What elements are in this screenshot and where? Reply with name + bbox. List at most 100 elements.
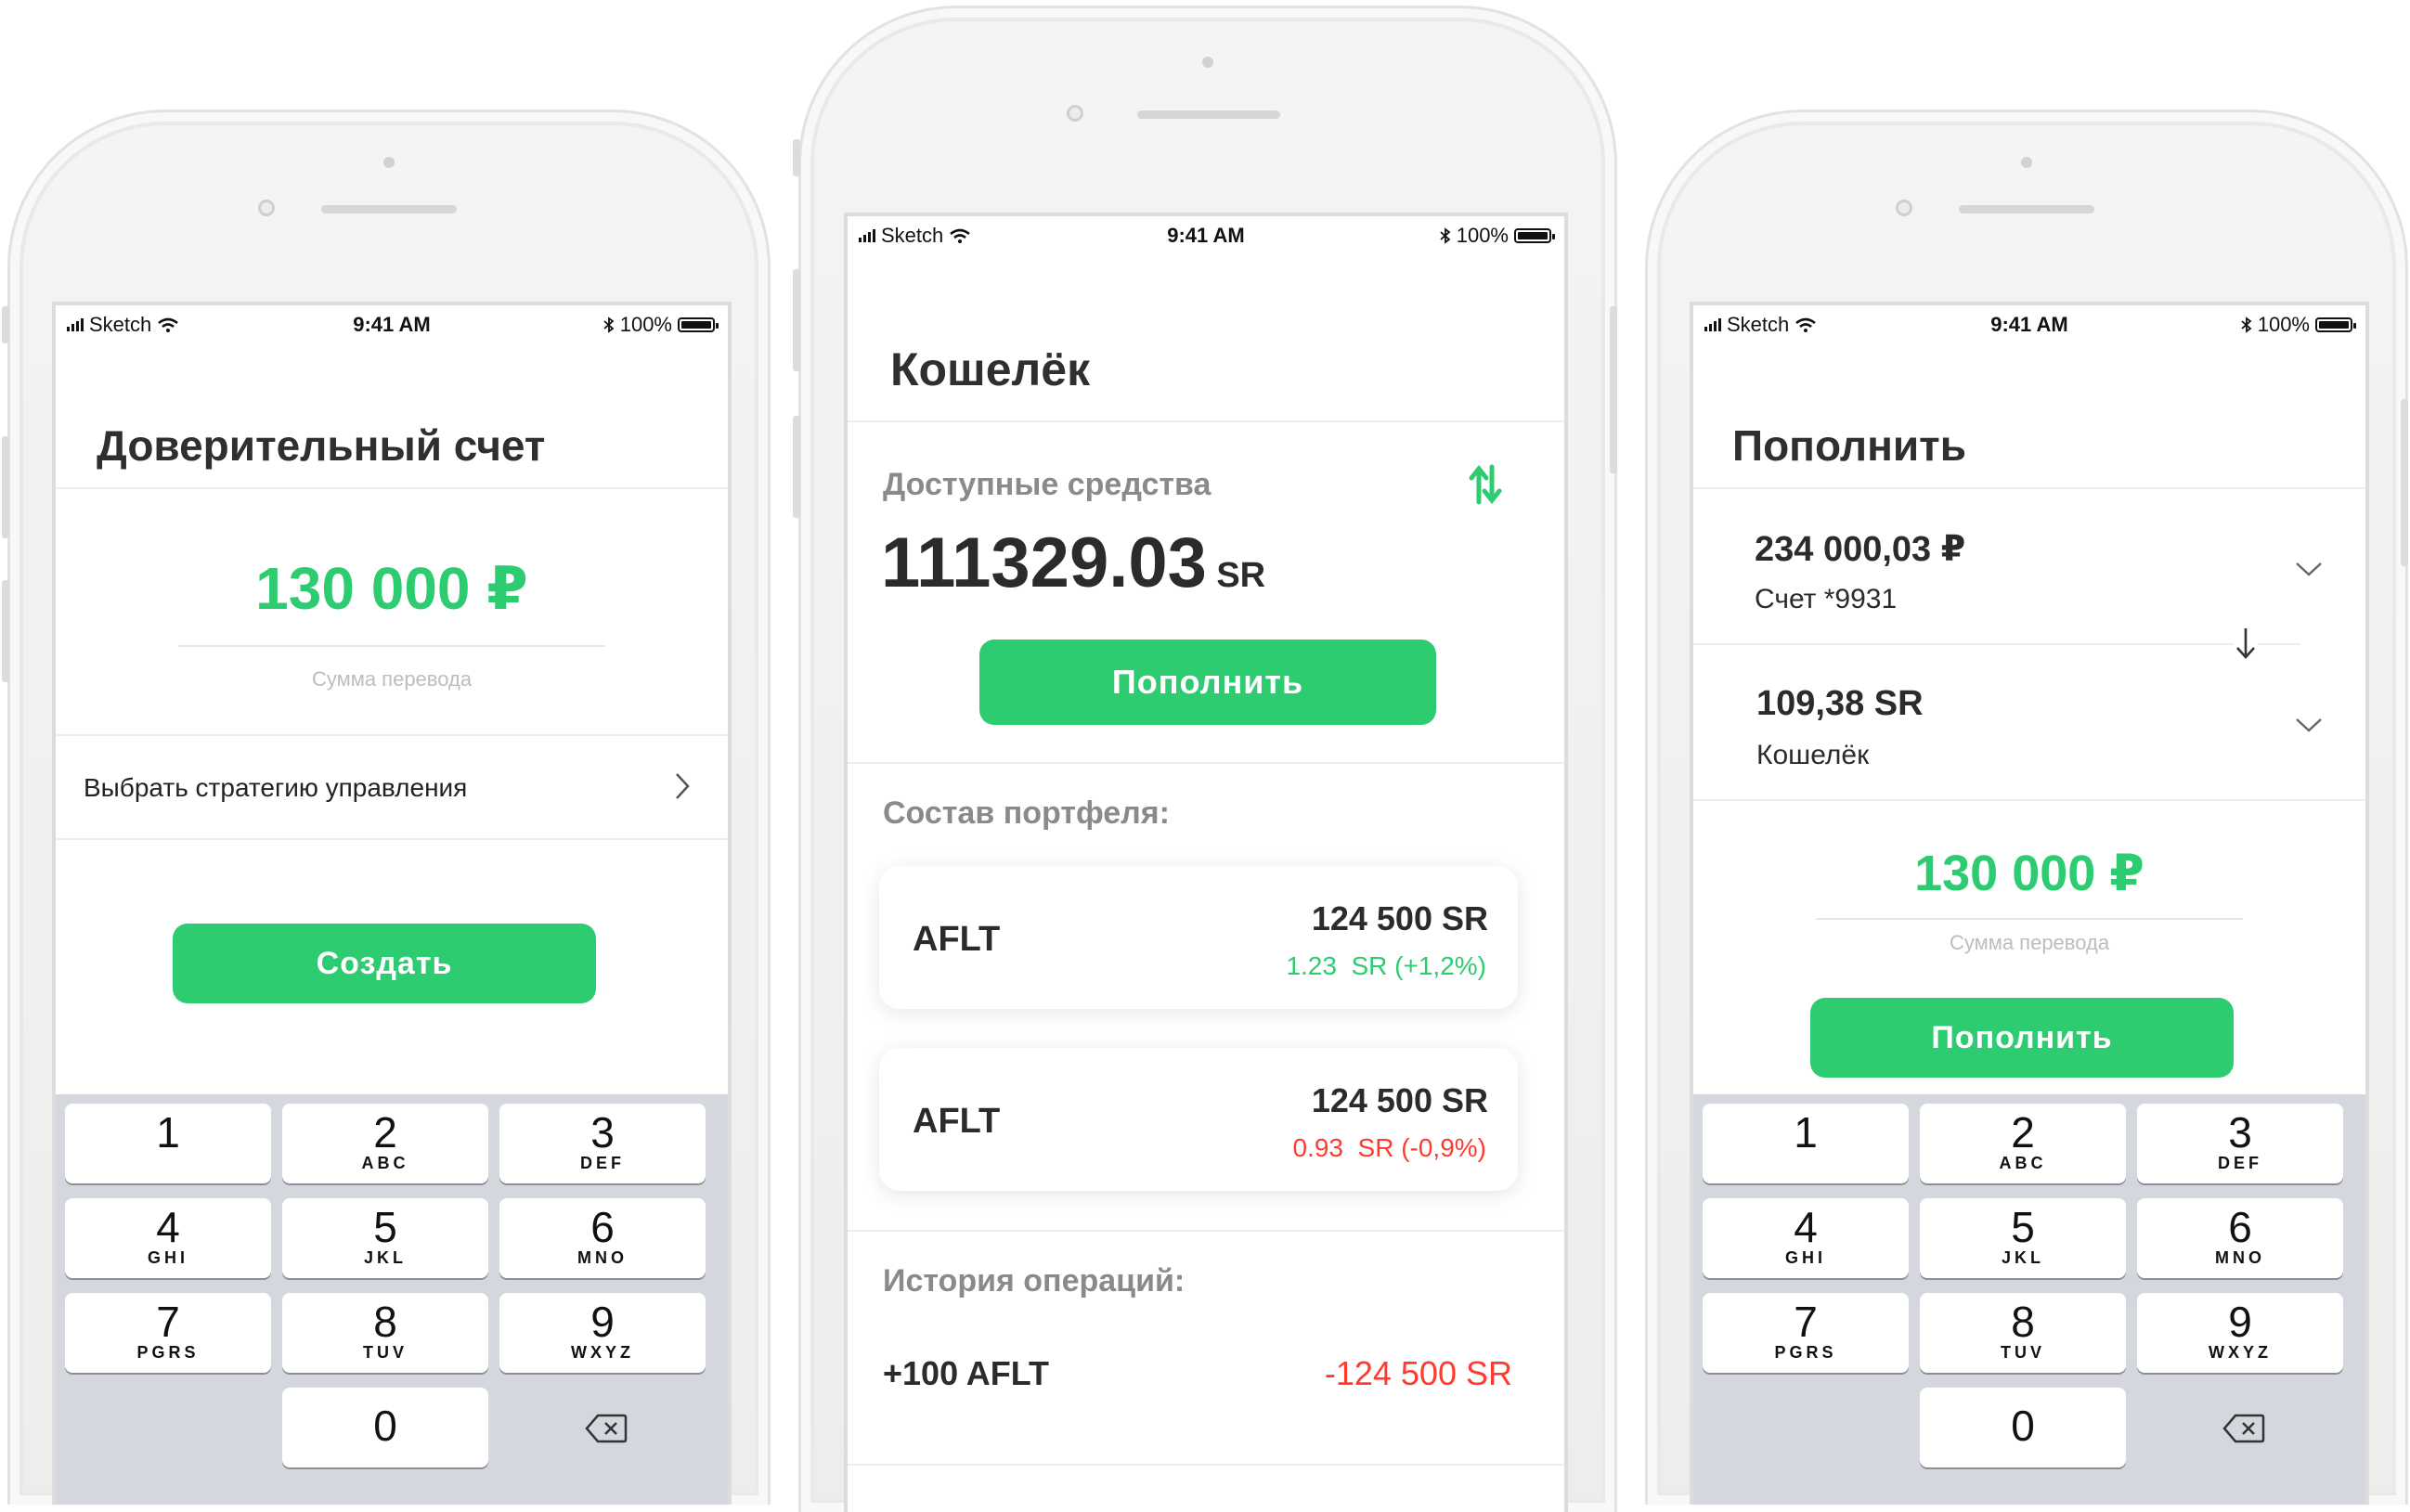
portfolio-card[interactable]: AFLT 124 500 SR 0.93 SR (-0,9%) (879, 1048, 1518, 1191)
divider (848, 1464, 1564, 1466)
amount-underline (178, 645, 605, 647)
ticker: AFLT (913, 1102, 1001, 1141)
battery-percent: 100% (619, 313, 672, 336)
key-1[interactable]: 1 (1703, 1104, 1909, 1183)
proximity-sensor (2021, 157, 2032, 168)
screen-wallet: Sketch 9:41 AM 100% Кошелёк Доступные ср… (844, 213, 1568, 1512)
portfolio-card[interactable]: AFLT 124 500 SR 1.23 SR (+1,2%) (879, 866, 1518, 1009)
screen-topup: Sketch 9:41 AM 100% Пополнить 234 000,03… (1690, 302, 2369, 1505)
ticker: AFLT (913, 920, 1001, 959)
chevron-down-icon (2296, 718, 2322, 732)
price-change: 1.23 SR (+1,2%) (1286, 951, 1486, 980)
from-amount: 234 000,03 ₽ (1755, 530, 1966, 569)
balance-value: 111329.03 (881, 523, 1207, 602)
battery-icon (1514, 228, 1555, 243)
divider (848, 762, 1564, 764)
front-camera (258, 200, 275, 216)
battery-icon (2315, 317, 2356, 332)
amount-caption: Сумма перевода (311, 667, 473, 691)
create-button[interactable]: Создать (173, 924, 596, 1003)
bluetooth-icon (1440, 227, 1451, 244)
chevron-down-icon (2296, 562, 2322, 576)
front-camera (1067, 105, 1083, 122)
page-title: Кошелёк (890, 343, 1091, 395)
position-value: 124 500 SR (1311, 899, 1488, 937)
power-button (2401, 399, 2408, 566)
divider (848, 420, 1564, 422)
from-account-name: Счет *9931 (1755, 584, 1898, 614)
key-5[interactable]: 5 JKL (1920, 1198, 2126, 1278)
side-button (2, 306, 9, 343)
phone-right: Sketch 9:41 AM 100% Пополнить 234 000,03… (1645, 110, 2408, 1505)
volume-up-button (2, 436, 9, 538)
amount-caption: Сумма перевода (1949, 931, 2110, 954)
front-camera (1896, 200, 1912, 216)
numeric-keypad: 1 2 ABC 3 DEF 4 GHI 5 JKL 6 MNO 7 PGRS 8 TUV 9W… (56, 1094, 728, 1505)
amount-underline (1816, 918, 2243, 920)
key-0[interactable]: 0 (282, 1388, 488, 1467)
proximity-sensor (383, 157, 395, 168)
key-4[interactable]: 4 GHI (65, 1198, 271, 1278)
key-5[interactable]: 5 JKL (282, 1198, 488, 1278)
topup-button[interactable]: Пополнить (1810, 998, 2234, 1078)
backspace-icon[interactable] (2222, 1414, 2265, 1443)
key-2[interactable]: 2 ABC (1920, 1104, 2126, 1183)
key-6[interactable]: 6 MNO (499, 1198, 706, 1278)
divider (848, 1230, 1564, 1232)
history-amount: -124 500 SR (1324, 1354, 1512, 1392)
key-0[interactable]: 0 (1920, 1388, 2126, 1467)
divider (56, 838, 728, 840)
key-4[interactable]: 4 GHI (1703, 1198, 1909, 1278)
key-8[interactable]: 8 TUV (282, 1293, 488, 1373)
side-button (793, 139, 800, 176)
phone-center: Sketch 9:41 AM 100% Кошелёк Доступные ср… (798, 6, 1617, 1512)
key-9[interactable]: 9 WXYZ (2137, 1293, 2343, 1373)
key-3[interactable]: 3 DEF (499, 1104, 706, 1183)
backspace-icon[interactable] (585, 1414, 628, 1443)
balance: 111329.03 SR (881, 523, 1265, 603)
balance-unit: SR (1216, 556, 1266, 595)
bluetooth-icon (603, 317, 615, 333)
history-row[interactable]: +100 AFLT -124 500 SR (848, 1339, 1564, 1414)
earpiece-speaker (1959, 205, 2094, 213)
divider (56, 487, 728, 489)
to-amount: 109,38 SR (1756, 684, 1924, 723)
battery-percent: 100% (2257, 313, 2310, 336)
strategy-label: Выбрать стратегию управления (84, 773, 468, 802)
earpiece-speaker (321, 205, 457, 213)
available-funds-label: Доступные средства (883, 467, 1211, 502)
amount-input[interactable]: 130 000 ₽ (1693, 844, 2365, 902)
key-3[interactable]: 3 DEF (2137, 1104, 2343, 1183)
status-bar: Sketch 9:41 AM 100% (56, 305, 728, 341)
position-value: 124 500 SR (1311, 1081, 1488, 1119)
bluetooth-icon (2241, 317, 2252, 333)
key-7[interactable]: 7 PGRS (1703, 1293, 1909, 1373)
amount-input[interactable]: 130 000 ₽ (56, 554, 728, 624)
divider (1693, 799, 2365, 801)
key-2[interactable]: 2 ABC (282, 1104, 488, 1183)
history-operation: +100 AFLT (883, 1354, 1050, 1392)
phone-left: Sketch 9:41 AM 100% Доверительный счет 1… (7, 110, 771, 1505)
volume-down-button (793, 416, 800, 518)
topup-button[interactable]: Пополнить (979, 640, 1436, 725)
strategy-row[interactable]: Выбрать стратегию управления (56, 736, 728, 838)
key-7[interactable]: 7 PGRS (65, 1293, 271, 1373)
from-account-select[interactable]: 234 000,03 ₽ Счет *9931 (1693, 489, 2365, 643)
exchange-arrows-icon[interactable] (1466, 463, 1505, 506)
to-account-name: Кошелёк (1756, 740, 1870, 770)
status-bar: Sketch 9:41 AM 100% (1693, 305, 2365, 341)
volume-down-button (2, 580, 9, 682)
battery-icon (678, 317, 719, 332)
status-bar: Sketch 9:41 AM 100% (848, 216, 1564, 252)
page-title: Доверительный счет (97, 421, 546, 470)
key-9[interactable]: 9 WXYZ (499, 1293, 706, 1373)
page-title: Пополнить (1732, 421, 1966, 470)
to-account-select[interactable]: 109,38 SR Кошелёк (1693, 645, 2365, 799)
key-1[interactable]: 1 (65, 1104, 271, 1183)
key-6[interactable]: 6 MNO (2137, 1198, 2343, 1278)
key-8[interactable]: 8 TUV (1920, 1293, 2126, 1373)
numeric-keypad: 1 2 ABC 3 DEF 4 GHI 5 JKL 6 MNO 7 PGRS 8 TUV 9W… (1693, 1094, 2365, 1505)
battery-percent: 100% (1456, 224, 1509, 247)
chevron-right-icon (676, 773, 690, 799)
volume-up-button (793, 269, 800, 371)
